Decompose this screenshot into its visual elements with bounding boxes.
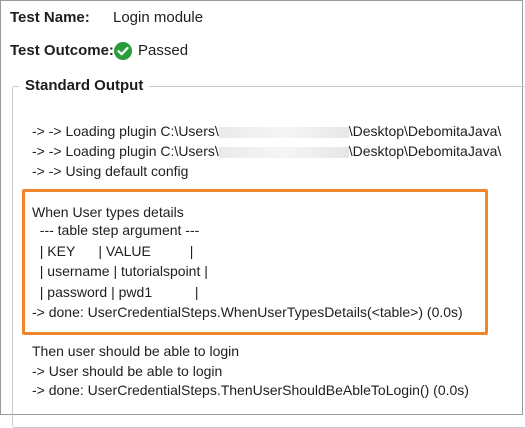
then-line: -> done: UserCredentialSteps.ThenUserSho… [32,382,469,398]
output-line-default-config: -> -> Using default config [32,163,189,179]
then-line: Then user should be able to login [32,343,240,359]
then-line: -> User should be able to login [32,363,223,379]
highlight-box [22,189,488,335]
check-circle-icon [114,42,132,60]
test-outcome-value: Passed [138,42,189,59]
test-name-row: Test Name: Login module [10,9,203,26]
test-outcome-row: Test Outcome: Passed [10,42,188,60]
test-outcome-label: Test Outcome: [10,42,114,59]
test-name-value: Login module [113,9,204,26]
output-line-plugin-1: -> -> Loading plugin C:\Users\ \Desktop\D… [32,123,502,139]
test-name-label: Test Name: [10,9,90,26]
redacted-text [218,126,349,138]
standard-output-title: Standard Output [19,77,150,94]
redacted-text [218,146,349,158]
output-line-plugin-2: -> -> Loading plugin C:\Users\ \Desktop\D… [32,143,502,159]
